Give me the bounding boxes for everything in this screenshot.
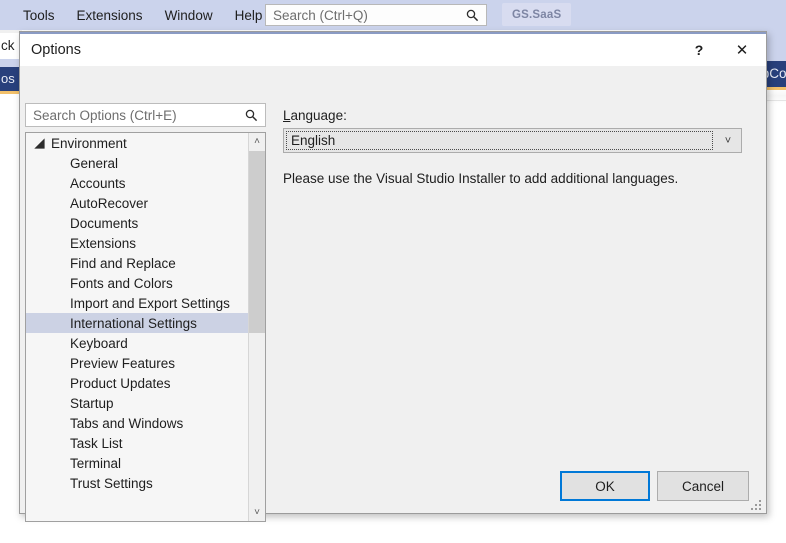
search-icon [466, 9, 486, 22]
menu-item-extensions[interactable]: Extensions [66, 4, 154, 27]
tree-node-tabs-and-windows[interactable]: Tabs and Windows [26, 413, 249, 433]
cancel-button[interactable]: Cancel [657, 471, 749, 501]
ok-button[interactable]: OK [560, 471, 650, 501]
help-icon[interactable]: ? [680, 34, 718, 66]
options-dialog: Options ? ✕ Search Options (Ctrl+E) ◢ En… [19, 31, 767, 522]
language-select-value: English [286, 131, 713, 150]
tree-node-keyboard[interactable]: Keyboard [26, 333, 249, 353]
dialog-titlebar[interactable]: Options ? ✕ [20, 34, 766, 66]
close-icon[interactable]: ✕ [718, 34, 766, 66]
tree-node-label: Extensions [70, 235, 137, 251]
scrollbar-thumb[interactable] [249, 151, 265, 333]
tree-node-label: Terminal [70, 455, 122, 471]
scroll-up-icon[interactable]: ˄ [249, 133, 265, 150]
tree-node-import-and-export-settings[interactable]: Import and Export Settings [26, 293, 249, 313]
tree-node-label: Accounts [70, 175, 126, 191]
tree-scrollbar[interactable]: ˄ ˅ [248, 133, 265, 521]
tree-node-extensions[interactable]: Extensions [26, 233, 249, 253]
tree-node-label: Environment [51, 135, 127, 151]
tree-node-label: AutoRecover [70, 195, 149, 211]
options-search-input[interactable]: Search Options (Ctrl+E) [25, 103, 266, 127]
tree-node-label: Fonts and Colors [70, 275, 173, 291]
scroll-down-icon[interactable]: ˅ [249, 504, 265, 521]
tree-node-label: International Settings [70, 315, 197, 331]
language-hint-text: Please use the Visual Studio Installer t… [283, 171, 679, 186]
tree-node-label: Product Updates [70, 375, 171, 391]
tree-node-label: Tabs and Windows [70, 415, 184, 431]
tree-node-label: Task List [70, 435, 123, 451]
tree-node-label: Documents [70, 215, 139, 231]
solution-tab-gs-saas[interactable]: GS.SaaS [502, 3, 572, 26]
tree-node-label: Preview Features [70, 355, 176, 371]
tree-node-label: Import and Export Settings [70, 295, 230, 311]
menu-left-gap [0, 15, 12, 16]
tree-node-preview-features[interactable]: Preview Features [26, 353, 249, 373]
dialog-button-row: OK Cancel [20, 471, 766, 501]
menu-item-tools[interactable]: Tools [12, 4, 66, 27]
options-search-placeholder: Search Options (Ctrl+E) [33, 107, 177, 123]
dialog-body: Search Options (Ctrl+E) ◢ Environment Ge… [20, 66, 766, 522]
tree-node-label: Find and Replace [70, 255, 176, 271]
tree-node-autorecover[interactable]: AutoRecover [26, 193, 249, 213]
tree-node-accounts[interactable]: Accounts [26, 173, 249, 193]
tree-node-label: Startup [70, 395, 114, 411]
tree-node-international-settings[interactable]: International Settings [26, 313, 249, 333]
language-select[interactable]: English ˅ [283, 128, 742, 153]
tree-node-label: General [70, 155, 119, 171]
language-label-accel: L [283, 108, 291, 123]
dialog-title: Options [31, 42, 81, 58]
menu-item-window[interactable]: Window [154, 4, 224, 27]
tree-node-product-updates[interactable]: Product Updates [26, 373, 249, 393]
options-tree-list: ◢ Environment General Accounts AutoRecov… [26, 133, 249, 521]
ide-search-placeholder: Search (Ctrl+Q) [273, 7, 368, 23]
ide-search-input[interactable]: Search (Ctrl+Q) [265, 4, 487, 26]
tree-node-general[interactable]: General [26, 153, 249, 173]
resize-grip[interactable] [751, 498, 763, 510]
tree-node-startup[interactable]: Startup [26, 393, 249, 413]
tree-node-task-list[interactable]: Task List [26, 433, 249, 453]
options-category-tree[interactable]: ◢ Environment General Accounts AutoRecov… [25, 132, 266, 522]
tree-node-fonts-and-colors[interactable]: Fonts and Colors [26, 273, 249, 293]
chevron-down-icon[interactable]: ˅ [715, 129, 741, 152]
language-label: Language: [283, 108, 347, 123]
expander-collapse-icon[interactable]: ◢ [33, 135, 46, 151]
tree-node-terminal[interactable]: Terminal [26, 453, 249, 473]
search-icon [245, 109, 265, 122]
tree-node-find-and-replace[interactable]: Find and Replace [26, 253, 249, 273]
tree-node-label: Keyboard [70, 335, 128, 351]
tree-node-documents[interactable]: Documents [26, 213, 249, 233]
language-label-rest: anguage: [290, 108, 347, 123]
tree-node-environment[interactable]: ◢ Environment [26, 133, 249, 153]
